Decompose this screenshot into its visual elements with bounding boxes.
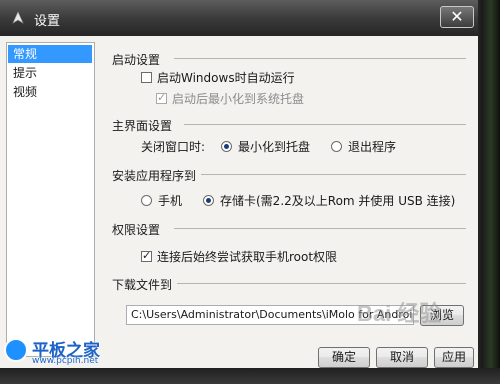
permission-section-title: 权限设置 bbox=[112, 223, 161, 237]
minimize-tray-option: 启动后最小化到系统托盘 bbox=[156, 90, 304, 107]
auto-start-checkbox[interactable] bbox=[141, 72, 152, 83]
apply-button[interactable]: 应用 bbox=[434, 347, 474, 368]
site-logo-icon bbox=[4, 338, 28, 362]
app-icon bbox=[10, 10, 26, 26]
startup-section-title: 启动设置 bbox=[112, 53, 161, 67]
root-option[interactable]: 连接后始终尝试获取手机root权限 bbox=[141, 248, 337, 265]
root-checkbox[interactable] bbox=[141, 249, 152, 262]
cancel-button[interactable]: 取消 bbox=[376, 347, 428, 368]
download-section-title: 下载文件到 bbox=[112, 278, 173, 292]
baidu-watermark: Bai 经验 bbox=[357, 301, 442, 326]
minimize-tray-checkbox bbox=[156, 91, 167, 104]
close-minimize-label: 最小化到托盘 bbox=[238, 140, 311, 154]
desktop-background-bottom bbox=[0, 368, 500, 384]
close-minimize-option[interactable]: 最小化到托盘 bbox=[221, 138, 310, 155]
install-sd-radio[interactable] bbox=[203, 195, 214, 206]
auto-start-label: 启动Windows时自动运行 bbox=[157, 71, 295, 85]
close-behavior-label: 关闭窗口时: bbox=[141, 140, 206, 154]
install-sd-option[interactable]: 存储卡(需2.2及以上Rom 并使用 USB 连接) bbox=[203, 192, 455, 209]
startup-divider bbox=[174, 58, 466, 59]
install-phone-option[interactable]: 手机 bbox=[141, 192, 182, 209]
install-phone-label: 手机 bbox=[158, 194, 183, 208]
minimize-tray-label: 启动后最小化到系统托盘 bbox=[172, 92, 305, 106]
install-divider bbox=[201, 174, 466, 175]
permission-divider bbox=[174, 228, 466, 229]
close-button[interactable]: ✕ bbox=[440, 6, 474, 28]
main-ui-section-title: 主界面设置 bbox=[112, 119, 173, 133]
close-exit-label: 退出程序 bbox=[348, 140, 397, 154]
category-list: 常规 提示 视频 bbox=[6, 42, 95, 357]
close-minimize-radio[interactable] bbox=[221, 141, 232, 152]
site-watermark-url: www.pcpih.net bbox=[32, 356, 99, 366]
install-phone-radio[interactable] bbox=[141, 195, 152, 206]
category-item-general[interactable]: 常规 bbox=[8, 45, 92, 63]
auto-start-option[interactable]: 启动Windows时自动运行 bbox=[141, 69, 295, 86]
window-title: 设置 bbox=[34, 14, 61, 29]
close-exit-option[interactable]: 退出程序 bbox=[331, 138, 396, 155]
install-section-title: 安装应用程序到 bbox=[112, 169, 197, 183]
title-bar: 设置 ✕ bbox=[0, 0, 478, 36]
main-ui-divider bbox=[184, 124, 466, 125]
close-exit-radio[interactable] bbox=[331, 141, 342, 152]
category-item-notify[interactable]: 提示 bbox=[8, 64, 92, 82]
install-sd-label: 存储卡(需2.2及以上Rom 并使用 USB 连接) bbox=[220, 194, 456, 208]
ok-button[interactable]: 确定 bbox=[318, 347, 370, 368]
root-label: 连接后始终尝试获取手机root权限 bbox=[157, 250, 338, 264]
category-item-video[interactable]: 视频 bbox=[8, 83, 92, 101]
download-divider bbox=[177, 283, 466, 284]
